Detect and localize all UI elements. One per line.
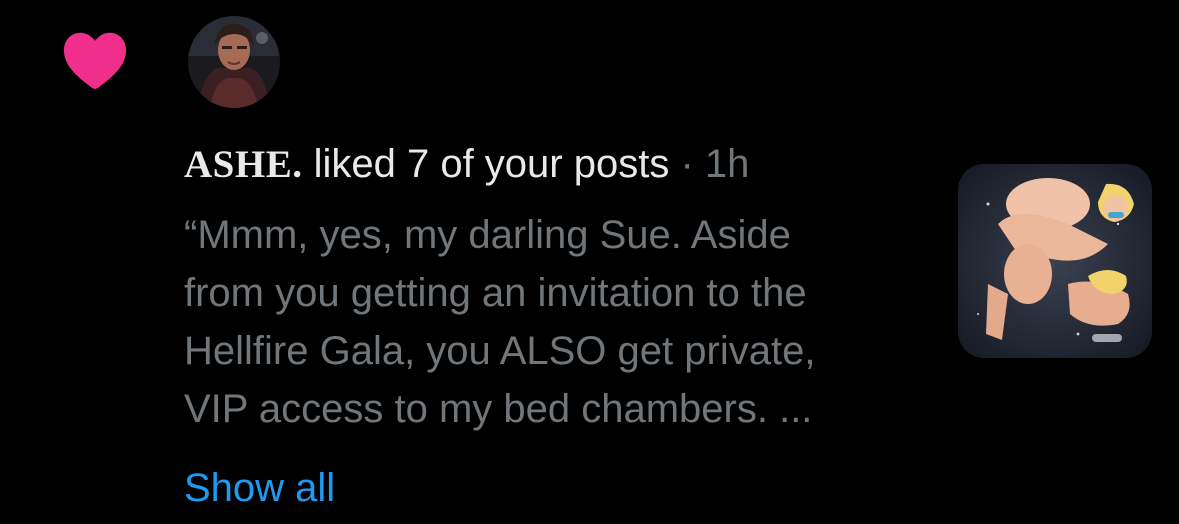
preview-line: from you getting an invitation to the	[184, 271, 807, 315]
action-text: liked 7 of your posts	[313, 142, 670, 186]
preview-line: VIP access to my bed chambers. ...	[184, 387, 813, 431]
preview-line: “Mmm, yes, my darling Sue. Aside	[184, 213, 791, 257]
username[interactable]: ASHE.	[184, 143, 302, 186]
notification-headline: ASHE. liked 7 of your posts · 1h	[184, 138, 749, 191]
timestamp: 1h	[704, 142, 750, 186]
avatar[interactable]	[188, 16, 280, 108]
show-all-link[interactable]: Show all	[184, 462, 335, 514]
separator-dot: ·	[680, 142, 694, 186]
like-notification[interactable]: ASHE. liked 7 of your posts · 1h “Mmm, y…	[0, 0, 1179, 524]
preview-line: Hellfire Gala, you ALSO get private,	[184, 329, 816, 373]
heart-icon	[63, 32, 127, 89]
post-preview[interactable]: “Mmm, yes, my darling Sue. Aside from yo…	[184, 206, 924, 438]
post-thumbnail-image[interactable]	[958, 164, 1152, 358]
